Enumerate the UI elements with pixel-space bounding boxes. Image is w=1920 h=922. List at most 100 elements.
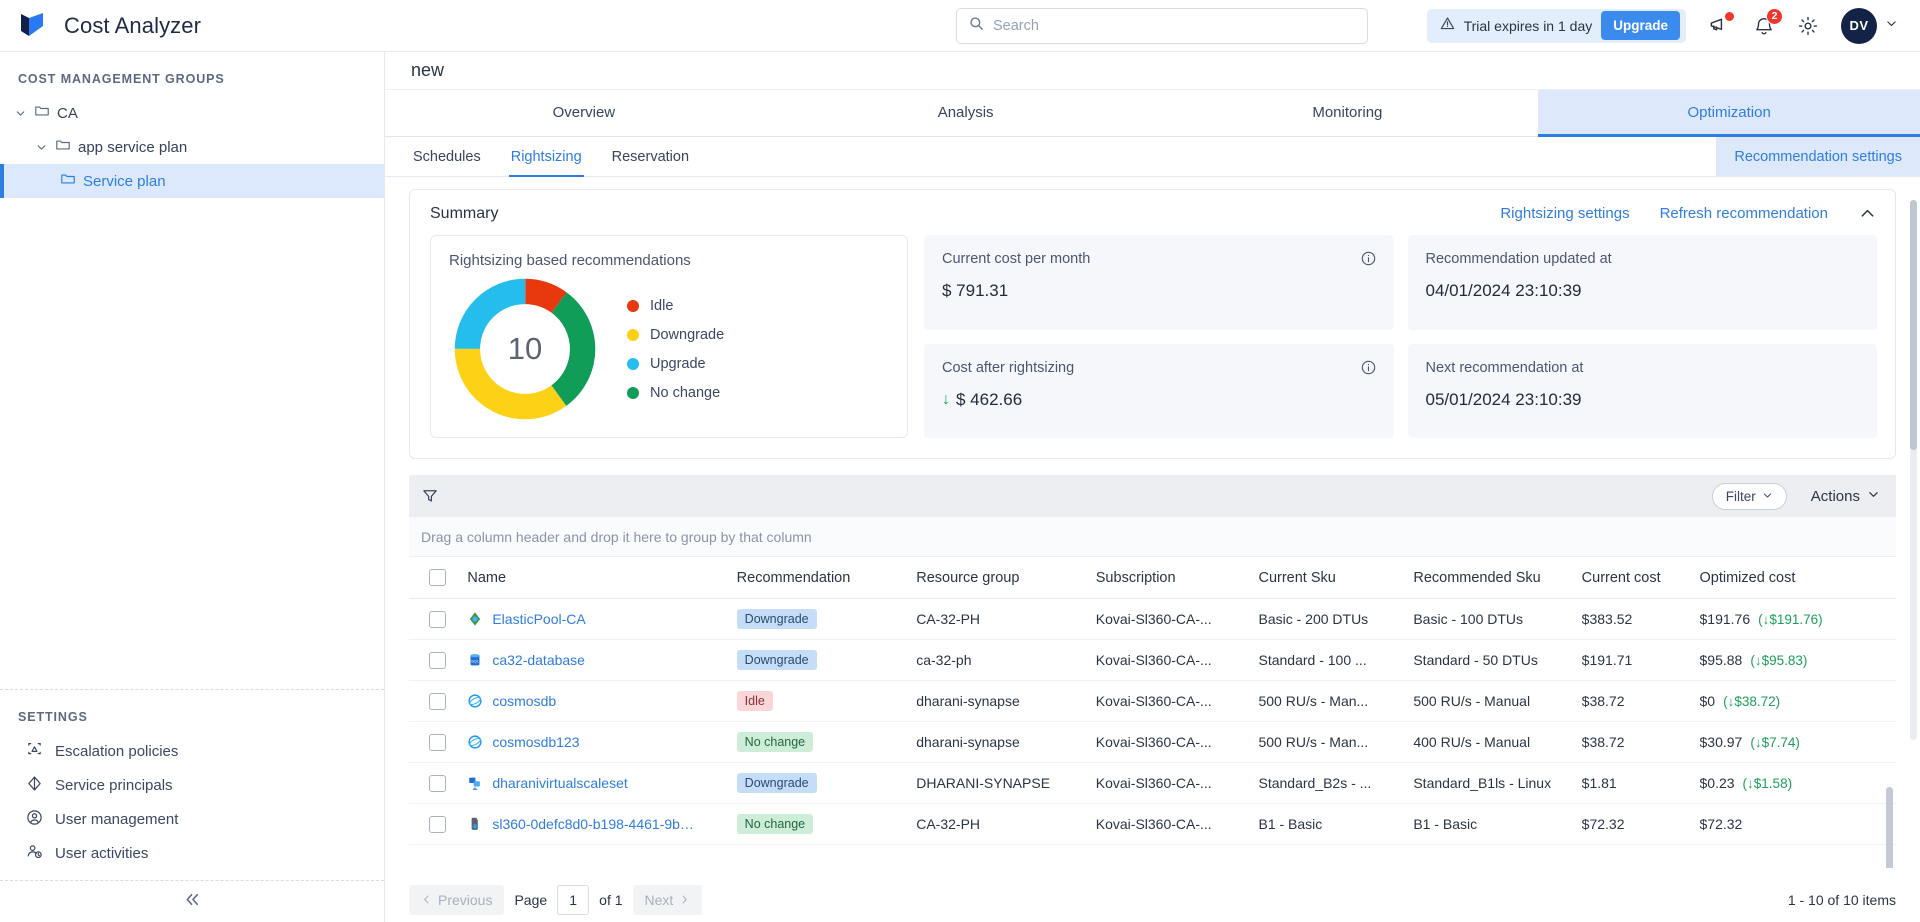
upgrade-button[interactable]: Upgrade bbox=[1601, 11, 1680, 40]
resource-link[interactable]: ca32-database bbox=[492, 652, 585, 668]
row-checkbox[interactable] bbox=[429, 651, 446, 669]
column-header-recommendation[interactable]: Recommendation bbox=[736, 557, 917, 599]
page-number-input[interactable] bbox=[557, 885, 590, 915]
cell-current-sku: 500 RU/s - Man... bbox=[1258, 721, 1414, 763]
kpi-value-wrap: ↓ $ 462.66 bbox=[942, 390, 1376, 410]
cell-current-sku: 500 RU/s - Man... bbox=[1258, 680, 1414, 722]
sub-tabs: Schedules Rightsizing Reservation Recomm… bbox=[385, 137, 1920, 177]
search-input[interactable] bbox=[993, 17, 1355, 34]
recommendation-settings-button[interactable]: Recommendation settings bbox=[1716, 137, 1920, 176]
cell-optimized-cost: $72.32 bbox=[1699, 803, 1896, 845]
row-checkbox[interactable] bbox=[429, 815, 446, 833]
chevron-down-icon[interactable] bbox=[14, 107, 27, 120]
warning-triangle-icon bbox=[1440, 16, 1455, 36]
optimized-cost-value: $30.97 bbox=[1699, 734, 1743, 750]
subtab-schedules[interactable]: Schedules bbox=[411, 137, 483, 177]
tree-item-service-plan[interactable]: Service plan bbox=[0, 164, 384, 198]
column-header-current-sku[interactable]: Current Sku bbox=[1258, 557, 1414, 599]
cell-current-cost: $191.71 bbox=[1581, 639, 1700, 681]
table-row[interactable]: sl360-0defc8d0-b198-4461-9b… No change C… bbox=[409, 803, 1896, 845]
cost-management-groups-label: COST MANAGEMENT GROUPS bbox=[18, 72, 225, 86]
chevron-down-icon[interactable] bbox=[35, 141, 48, 154]
folder-icon bbox=[55, 137, 71, 157]
tab-overview[interactable]: Overview bbox=[393, 90, 775, 137]
table-row[interactable]: cosmosdb123 No change dharani-synapse Ko… bbox=[409, 721, 1896, 763]
user-menu[interactable]: DV bbox=[1841, 7, 1898, 44]
page-label: Page bbox=[514, 892, 548, 908]
resource-link[interactable]: ElasticPool-CA bbox=[492, 611, 585, 627]
legend-label: Downgrade bbox=[650, 326, 725, 343]
table-row[interactable]: dharanivirtualscaleset Downgrade DHARANI… bbox=[409, 762, 1896, 804]
sidebar-item-escalation-policies[interactable]: Escalation policies bbox=[0, 734, 384, 768]
group-by-drop-area[interactable]: Drag a column header and drop it here to… bbox=[409, 517, 1896, 557]
summary-actions: Rightsizing settings Refresh recommendat… bbox=[1500, 204, 1877, 223]
sidebar-item-user-activities[interactable]: User activities bbox=[0, 836, 384, 870]
rightsizing-settings-link[interactable]: Rightsizing settings bbox=[1500, 205, 1629, 222]
filter-label: Filter bbox=[1725, 488, 1756, 504]
tab-optimization[interactable]: Optimization bbox=[1538, 90, 1920, 137]
row-checkbox[interactable] bbox=[429, 774, 446, 792]
actions-button[interactable]: Actions bbox=[1811, 488, 1880, 505]
resource-link[interactable]: dharanivirtualscaleset bbox=[492, 775, 627, 791]
sidebar-collapse-button[interactable] bbox=[0, 880, 384, 922]
legend-item-downgrade: Downgrade bbox=[627, 327, 724, 343]
actions-label: Actions bbox=[1810, 487, 1860, 505]
kpi-value: $ 462.66 bbox=[956, 389, 1023, 409]
page-scrollbar[interactable] bbox=[1910, 200, 1917, 740]
resource-link[interactable]: cosmosdb123 bbox=[492, 734, 579, 750]
refresh-recommendation-link[interactable]: Refresh recommendation bbox=[1660, 205, 1828, 222]
legend-item-upgrade: Upgrade bbox=[627, 356, 724, 372]
tree-item-ca[interactable]: CA bbox=[0, 96, 384, 130]
cell-resource-group: CA-32-PH bbox=[916, 598, 1096, 640]
row-checkbox[interactable] bbox=[429, 733, 446, 751]
tree-item-app-service-plan[interactable]: app service plan bbox=[0, 130, 384, 164]
cell-subscription: Kovai-Sl360-CA-... bbox=[1095, 721, 1259, 763]
grid-scrollbar-thumb[interactable] bbox=[1886, 787, 1893, 868]
table-row[interactable]: SQL ca32-database Downgrade ca-32-ph Kov… bbox=[409, 639, 1896, 681]
chevron-left-icon bbox=[421, 892, 432, 908]
notifications-button[interactable]: 2 bbox=[1753, 7, 1783, 37]
column-header-recommended-sku[interactable]: Recommended Sku bbox=[1413, 557, 1582, 599]
tab-analysis[interactable]: Analysis bbox=[775, 90, 1157, 137]
kpi-value: 04/01/2024 23:10:39 bbox=[1425, 281, 1582, 300]
cell-optimized-cost: $95.88 (↓$95.83) bbox=[1699, 639, 1896, 681]
table-row[interactable]: cosmosdb Idle dharani-synapse Kovai-Sl36… bbox=[409, 680, 1896, 722]
resource-link[interactable]: cosmosdb bbox=[492, 693, 556, 709]
row-checkbox[interactable] bbox=[429, 610, 446, 628]
row-select-cell bbox=[409, 762, 468, 804]
select-all-checkbox[interactable] bbox=[429, 569, 446, 586]
column-header-name[interactable]: Name bbox=[467, 557, 737, 599]
search-box[interactable] bbox=[956, 7, 1368, 44]
resource-link[interactable]: sl360-0defc8d0-b198-4461-9b… bbox=[492, 816, 694, 832]
column-header-current-cost[interactable]: Current cost bbox=[1581, 557, 1700, 599]
announcements-button[interactable] bbox=[1708, 11, 1735, 37]
saving-value: (↓$95.83) bbox=[1750, 653, 1808, 668]
row-checkbox[interactable] bbox=[429, 692, 446, 710]
pagination: Previous Page of 1 Next 1 - 10 of 10 ite… bbox=[385, 868, 1920, 922]
grid-scrollbar[interactable] bbox=[1886, 787, 1893, 868]
chevron-up-icon[interactable] bbox=[1858, 204, 1877, 223]
info-icon[interactable] bbox=[1361, 360, 1376, 375]
cell-subscription: Kovai-Sl360-CA-... bbox=[1095, 762, 1259, 804]
column-header-optimized-cost[interactable]: Optimized cost bbox=[1699, 557, 1896, 599]
column-header-resource-group[interactable]: Resource group bbox=[916, 557, 1096, 599]
table-row[interactable]: ElasticPool-CA Downgrade CA-32-PH Kovai-… bbox=[409, 598, 1896, 640]
page-scrollbar-thumb[interactable] bbox=[1910, 200, 1917, 450]
filter-button[interactable]: Filter bbox=[1711, 482, 1787, 510]
sidebar-item-user-management[interactable]: User management bbox=[0, 802, 384, 836]
info-icon[interactable] bbox=[1361, 251, 1376, 266]
subtab-reservation[interactable]: Reservation bbox=[610, 137, 691, 177]
sidebar-item-service-principals[interactable]: Service principals bbox=[0, 768, 384, 802]
previous-page-button[interactable]: Previous bbox=[409, 885, 505, 915]
tab-monitoring[interactable]: Monitoring bbox=[1157, 90, 1539, 137]
subtab-rightsizing[interactable]: Rightsizing bbox=[508, 137, 584, 177]
kpi-top: Recommendation updated at bbox=[1426, 251, 1860, 267]
column-header-subscription[interactable]: Subscription bbox=[1095, 557, 1259, 599]
legend-dot-icon bbox=[627, 357, 639, 370]
funnel-icon[interactable] bbox=[421, 487, 439, 505]
next-page-button[interactable]: Next bbox=[632, 885, 703, 915]
chart-row: 10 Idle Downgrade Upgrade No change bbox=[449, 273, 889, 425]
cell-recommendation: No change bbox=[736, 721, 917, 763]
cell-recommended-sku: Standard - 50 DTUs bbox=[1413, 639, 1582, 681]
gear-icon[interactable] bbox=[1797, 15, 1819, 37]
